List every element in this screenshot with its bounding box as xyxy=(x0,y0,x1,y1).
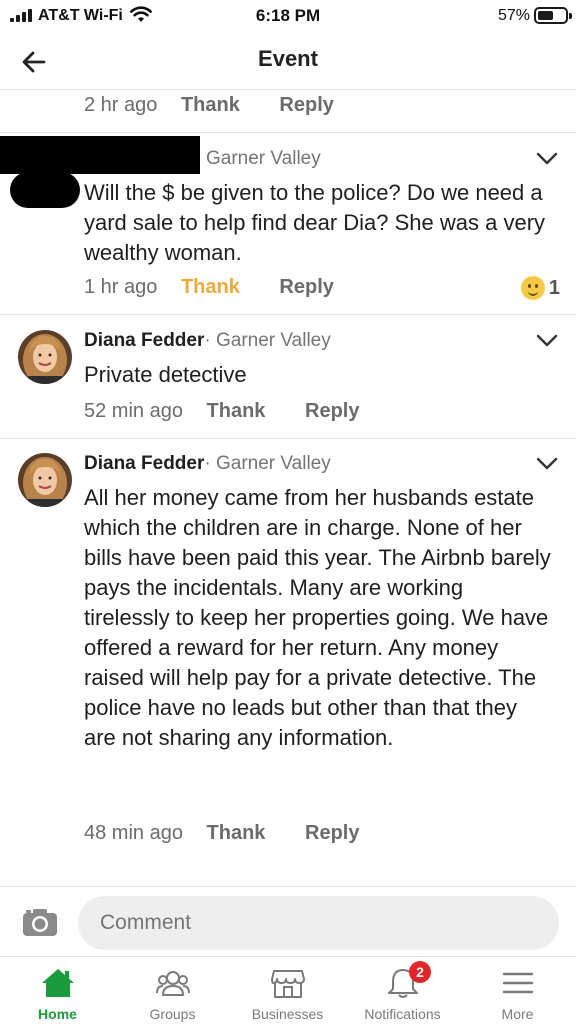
battery-percent: 57% xyxy=(497,7,530,24)
tab-label: Notifications xyxy=(364,1006,441,1022)
tab-label: More xyxy=(501,1006,534,1022)
comment-actions-row: 48 min ago Thank Reply xyxy=(84,822,359,845)
chevron-down-icon[interactable] xyxy=(536,457,558,471)
chevron-down-icon[interactable] xyxy=(536,152,558,166)
tab-home[interactable]: Home xyxy=(0,957,115,1024)
comment-timestamp: 1 hr ago xyxy=(84,276,158,298)
reply-button[interactable]: Reply xyxy=(305,400,359,422)
comment-body: All her money came from her husbands est… xyxy=(84,485,551,750)
avatar[interactable] xyxy=(18,330,72,384)
smiley-emoji-icon xyxy=(520,276,545,300)
author-name[interactable]: Diana Fedder xyxy=(84,453,204,474)
reply-button[interactable]: Reply xyxy=(305,822,359,844)
comment-actions-row: 1 hr ago Thank Reply xyxy=(84,276,334,299)
reply-button[interactable]: Reply xyxy=(279,94,333,116)
author-location: Garner Valley xyxy=(206,148,321,169)
comment-timestamp: 2 hr ago xyxy=(84,94,158,116)
camera-button[interactable] xyxy=(22,907,58,937)
tab-groups[interactable]: Groups xyxy=(115,957,230,1024)
groups-icon xyxy=(155,971,190,996)
storefront-icon xyxy=(270,970,305,998)
home-icon xyxy=(41,969,74,997)
page-title: Event xyxy=(258,46,318,71)
menu-icon xyxy=(502,972,533,994)
tab-label: Home xyxy=(38,1006,77,1022)
comment-timestamp: 48 min ago xyxy=(84,822,183,844)
author-line: Garner Valley xyxy=(206,148,321,170)
comment-body: Private detective xyxy=(84,362,247,387)
comment-input[interactable] xyxy=(78,896,559,950)
comment-actions-row: 52 min ago Thank Reply xyxy=(84,400,359,423)
author-name[interactable]: Diana Fedder xyxy=(84,330,204,351)
author-line: Diana Fedder· Garner Valley xyxy=(84,453,331,475)
tab-notifications[interactable]: 2 Notifications xyxy=(345,957,460,1024)
thank-button[interactable]: Thank xyxy=(181,276,240,298)
tab-label: Businesses xyxy=(251,1006,324,1022)
comment-timestamp: 52 min ago xyxy=(84,400,183,422)
comment-actions-row: 2 hr ago Thank Reply xyxy=(84,94,334,117)
battery-icon xyxy=(534,7,572,24)
redacted-author-name xyxy=(0,136,200,174)
author-location: · Garner Valley xyxy=(204,453,331,474)
navigation-header: Event xyxy=(0,34,576,90)
comment-composer xyxy=(0,886,576,956)
tab-more[interactable]: More xyxy=(460,957,575,1024)
reaction-summary[interactable]: 1 xyxy=(520,276,560,300)
author-line: Diana Fedder· Garner Valley xyxy=(84,330,331,352)
clock: 6:18 PM xyxy=(255,6,321,25)
thank-button[interactable]: Thank xyxy=(181,94,240,116)
thank-button[interactable]: Thank xyxy=(207,822,266,844)
thank-button[interactable]: Thank xyxy=(207,400,266,422)
comment-feed[interactable]: 2 hr ago Thank Reply Garner Valley Will … xyxy=(0,90,576,886)
divider xyxy=(0,438,576,439)
tab-businesses[interactable]: Businesses xyxy=(230,957,345,1024)
divider xyxy=(0,132,576,133)
chevron-down-icon[interactable] xyxy=(536,334,558,348)
reaction-count: 1 xyxy=(548,276,560,299)
notification-badge: 2 xyxy=(409,961,431,983)
redacted-avatar xyxy=(10,172,80,208)
avatar[interactable] xyxy=(18,453,72,507)
tab-label: Groups xyxy=(149,1006,196,1022)
comment-body: Will the $ be given to the police? Do we… xyxy=(84,180,546,265)
divider xyxy=(0,314,576,315)
bottom-tab-bar: Home Groups Businesses 2 Notifications M… xyxy=(0,956,576,1024)
reply-button[interactable]: Reply xyxy=(279,276,333,298)
author-location: · Garner Valley xyxy=(204,330,331,351)
status-bar: AT&T Wi-Fi 6:18 PM 57% xyxy=(0,0,576,32)
camera-icon xyxy=(23,909,57,936)
